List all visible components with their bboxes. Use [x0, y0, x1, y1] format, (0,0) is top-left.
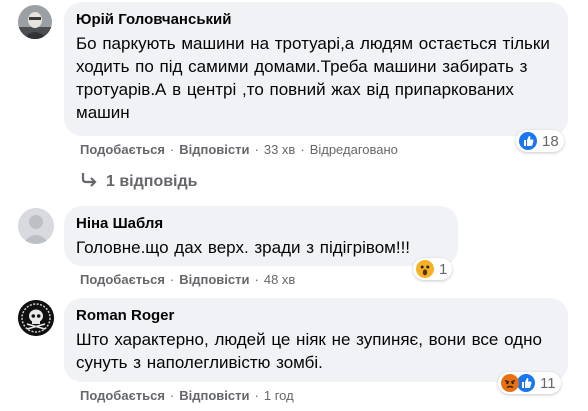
replies-count-label: 1 відповідь [106, 172, 198, 190]
comment-time[interactable]: 48 хв [264, 272, 295, 287]
avatar[interactable] [18, 208, 54, 244]
like-button[interactable]: Подобається [80, 388, 165, 403]
comment-bubble: Юрій Головчанський Бо паркують машини на… [64, 2, 568, 136]
comment-actions: Подобається · Відповісти · 1 год [80, 388, 294, 404]
comment-author[interactable]: Roman Roger [76, 306, 556, 325]
comment-time[interactable]: 1 год [264, 388, 294, 403]
like-icon [517, 374, 535, 392]
comment-actions: Подобається · Відповісти · 48 хв [80, 272, 295, 288]
separator-dot: · [254, 388, 259, 403]
avatar[interactable] [18, 300, 54, 336]
separator-dot: · [169, 388, 175, 403]
comment-text: Головне.що дах верх. зради з підігрівом!… [76, 238, 411, 257]
wow-icon [416, 260, 434, 278]
like-button[interactable]: Подобається [80, 142, 165, 157]
reaction-count: 11 [540, 374, 556, 392]
reaction-summary[interactable]: 18 [516, 130, 564, 152]
comment-bubble: Roman Roger Што характерно, людей це нія… [64, 298, 568, 382]
reply-button[interactable]: Відповісти [179, 142, 249, 157]
view-replies-link[interactable]: 1 відповідь [80, 171, 198, 192]
like-button[interactable]: Подобається [80, 272, 165, 287]
separator-dot: · [254, 272, 259, 287]
edited-label: Відредаговано [309, 142, 398, 157]
reaction-summary[interactable]: 1 [413, 258, 453, 280]
comment-author[interactable]: Ніна Шабля [76, 214, 446, 233]
avatar[interactable] [18, 5, 52, 39]
separator-dot: · [169, 272, 175, 287]
separator-dot: · [169, 142, 175, 157]
comment-author[interactable]: Юрій Головчанський [76, 10, 556, 29]
reply-button[interactable]: Відповісти [179, 388, 249, 403]
separator-dot: · [300, 142, 305, 157]
comment-actions: Подобається · Відповісти · 33 хв · Відредагова… [80, 142, 398, 158]
separator-dot: · [254, 142, 259, 157]
default-avatar-icon [18, 208, 54, 244]
reaction-summary[interactable]: 11 [498, 372, 561, 394]
comment-bubble: Ніна Шабля Головне.що дах верх. зради з … [64, 206, 458, 266]
skull-logo-icon [18, 300, 54, 336]
reaction-count: 18 [542, 132, 559, 150]
comment-text: Бо паркують машини на тротуарі,а людям о… [76, 34, 550, 122]
user-photo-icon [18, 5, 52, 39]
reaction-count: 1 [439, 260, 448, 278]
reply-arrow-icon [80, 171, 98, 192]
angry-icon [501, 374, 519, 392]
like-icon [519, 132, 537, 150]
reply-button[interactable]: Відповісти [179, 272, 249, 287]
comment-text: Што характерно, людей це ніяк не зупиняє… [76, 330, 542, 372]
comment-time[interactable]: 33 хв [264, 142, 295, 157]
